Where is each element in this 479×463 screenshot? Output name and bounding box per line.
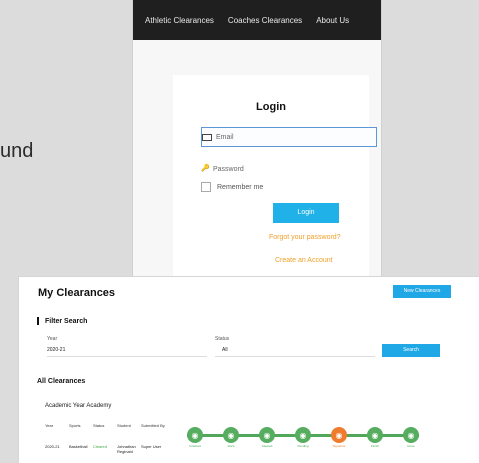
year-select-underline	[47, 356, 207, 357]
step-7-label: Done	[407, 444, 415, 448]
step-3-icon[interactable]: ◉	[259, 427, 275, 443]
remember-label: Remember me	[217, 183, 264, 191]
forgot-password-link[interactable]: Forgot your password?	[269, 234, 341, 241]
year-academy-title: Academic Year Academy	[45, 403, 112, 409]
status-label: Status	[215, 336, 230, 342]
cell-year: 2020-21	[45, 444, 60, 449]
step-1-icon[interactable]: ◉	[187, 427, 203, 443]
column-status: Status	[93, 423, 105, 428]
year-label: Year	[47, 336, 58, 342]
column-student: Student	[117, 423, 131, 428]
login-title: Login	[256, 101, 286, 113]
step-7-icon[interactable]: ◉	[403, 427, 419, 443]
create-account-link[interactable]: Create an Account	[275, 257, 333, 264]
all-clearances-title: All Clearances	[37, 378, 86, 385]
background-tagline: und	[0, 140, 34, 162]
table-header: Year Sports Status Student Submitted By	[45, 423, 205, 428]
clearances-panel: My Clearances New Clearances Filter Sear…	[19, 277, 479, 463]
status-select-underline	[215, 356, 375, 357]
envelope-icon	[202, 133, 212, 141]
filter-search-title: Filter Search	[37, 317, 87, 325]
password-placeholder: Password	[213, 165, 244, 173]
nav-coaches[interactable]: Coaches Clearances	[228, 16, 302, 25]
login-nav: Athletic Clearances Coaches Clearances A…	[133, 0, 381, 40]
cell-sports: Basketball	[69, 444, 88, 449]
step-1-label: Finished	[189, 444, 201, 448]
progress-steps: ◉ Finished ◉ Docs ◉ Cleared ◉ Pending ◉ …	[187, 427, 419, 448]
search-button[interactable]: Search	[382, 344, 440, 357]
step-2-icon[interactable]: ◉	[223, 427, 239, 443]
year-select[interactable]: 2020-21	[47, 347, 65, 353]
cell-student: Johnathan Reginald	[117, 444, 136, 454]
step-6-icon[interactable]: ◉	[367, 427, 383, 443]
step-4-label: Pending	[297, 444, 309, 448]
column-year: Year	[45, 423, 54, 428]
cell-submitted-by: Super User	[141, 444, 162, 449]
remember-me[interactable]: Remember me	[201, 182, 263, 192]
nav-athletic[interactable]: Athletic Clearances	[145, 16, 214, 25]
email-field[interactable]: Email	[201, 127, 377, 147]
email-placeholder: Email	[216, 133, 234, 141]
step-5-label: Signature	[332, 444, 346, 448]
page-title: My Clearances	[38, 287, 116, 299]
password-field[interactable]: Password	[201, 160, 375, 178]
step-6-label: Finish	[370, 444, 379, 448]
login-button[interactable]: Login	[273, 203, 339, 223]
login-card: Login Email Password Remember me Login F…	[173, 75, 377, 280]
cell-status: Cleared	[93, 444, 108, 449]
column-sports: Sports	[69, 423, 81, 428]
login-window: Athletic Clearances Coaches Clearances A…	[133, 0, 381, 288]
step-2-label: Docs	[227, 444, 235, 448]
new-clearance-button[interactable]: New Clearances	[393, 285, 451, 298]
status-select[interactable]: All	[222, 347, 228, 353]
step-3-label: Cleared	[261, 444, 273, 448]
column-submitted-by: Submitted By	[141, 423, 165, 428]
step-5-icon[interactable]: ◉	[331, 427, 347, 443]
key-icon	[201, 165, 209, 173]
step-4-icon[interactable]: ◉	[295, 427, 311, 443]
nav-about[interactable]: About Us	[316, 16, 349, 25]
remember-checkbox[interactable]	[201, 182, 211, 192]
